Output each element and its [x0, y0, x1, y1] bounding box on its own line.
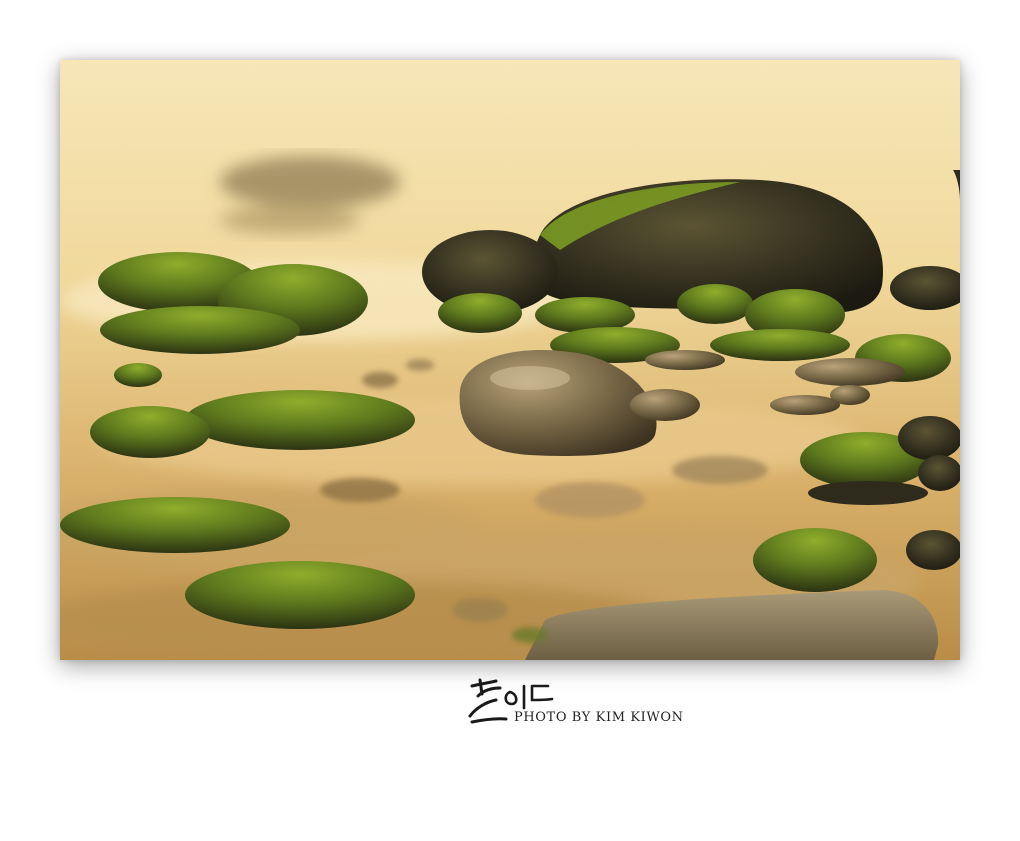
- photo-credit: PHOTO BY KIM KIWON: [466, 672, 726, 732]
- photograph: [60, 60, 960, 660]
- mossy-stones-image: [60, 60, 960, 660]
- credit-text: PHOTO BY KIM KIWON: [514, 710, 684, 725]
